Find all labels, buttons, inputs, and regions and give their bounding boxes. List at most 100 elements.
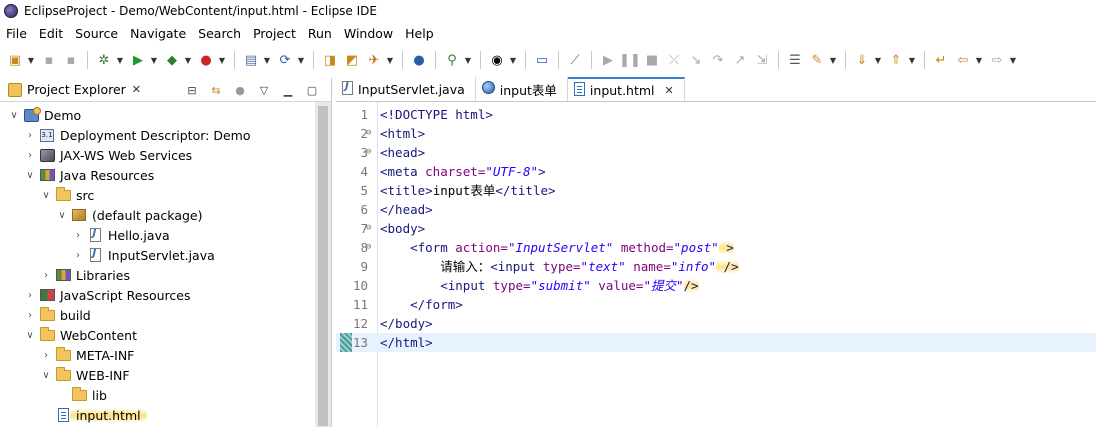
editor-tab[interactable]: input表单 bbox=[476, 77, 568, 101]
suspend-icon[interactable]: ❚❚ bbox=[619, 50, 641, 70]
fold-toggle-icon[interactable]: ⊖ bbox=[366, 219, 376, 238]
tree-item[interactable]: › JavaScript Resources bbox=[0, 285, 331, 305]
chevron-right-icon[interactable]: › bbox=[40, 350, 52, 361]
run-dropdown-icon[interactable]: ▼ bbox=[149, 50, 159, 70]
step-return-icon[interactable]: ↗ bbox=[730, 50, 750, 70]
tree-item[interactable]: › Libraries bbox=[0, 265, 331, 285]
chevron-right-icon[interactable]: › bbox=[72, 250, 84, 261]
chevron-right-icon[interactable]: › bbox=[24, 130, 36, 141]
tree-item[interactable]: › Hello.java bbox=[0, 225, 331, 245]
open-type-icon[interactable]: ◨ bbox=[320, 50, 340, 70]
tree-item[interactable]: ∨ (default package) bbox=[0, 205, 331, 225]
fold-toggle-icon[interactable]: ⊖ bbox=[366, 238, 376, 257]
chevron-right-icon[interactable]: › bbox=[24, 290, 36, 301]
code-line[interactable]: 6 </head> bbox=[336, 200, 1096, 219]
step-over-icon[interactable]: ↷ bbox=[708, 50, 728, 70]
fold-toggle-icon[interactable]: ⊖ bbox=[366, 124, 376, 143]
chevron-down-icon[interactable]: ∨ bbox=[40, 190, 52, 201]
web-service-dropdown-icon[interactable]: ▼ bbox=[296, 50, 306, 70]
new-icon[interactable]: ▣ bbox=[5, 50, 25, 70]
code-line[interactable]: 13 </html> bbox=[336, 333, 1096, 352]
code-line[interactable]: 7 ⊖ <body> bbox=[336, 219, 1096, 238]
close-icon[interactable]: ✕ bbox=[132, 83, 141, 96]
code-line[interactable]: 4 <meta charset="UTF-8"> bbox=[336, 162, 1096, 181]
new-server-icon[interactable]: ▤ bbox=[241, 50, 261, 70]
next-annotation-dropdown-icon[interactable]: ▼ bbox=[873, 50, 883, 70]
scrollbar-thumb[interactable] bbox=[318, 106, 328, 426]
chevron-right-icon[interactable]: › bbox=[24, 310, 36, 321]
menu-search[interactable]: Search bbox=[192, 26, 247, 41]
menu-file[interactable]: File bbox=[0, 26, 33, 41]
debug-dropdown-icon[interactable]: ▼ bbox=[115, 50, 125, 70]
chevron-down-icon[interactable]: ∨ bbox=[24, 170, 36, 181]
filter-icon[interactable]: ● bbox=[231, 81, 249, 99]
search-dropdown-icon[interactable]: ▼ bbox=[463, 50, 473, 70]
tree-item[interactable]: › JAX-WS Web Services bbox=[0, 145, 331, 165]
tree-item[interactable]: › build bbox=[0, 305, 331, 325]
drop-to-frame-icon[interactable]: ⇲ bbox=[752, 50, 772, 70]
editor-tab[interactable]: InputServlet.java bbox=[336, 77, 476, 101]
minimize-icon[interactable]: ▁ bbox=[279, 81, 297, 99]
tree-item[interactable]: ∨ WebContent bbox=[0, 325, 331, 345]
tree-item[interactable]: ∨ Java Resources bbox=[0, 165, 331, 185]
back-icon[interactable]: ⇦ bbox=[953, 50, 973, 70]
chevron-down-icon[interactable]: ∨ bbox=[56, 210, 68, 221]
debug-icon[interactable]: ✲ bbox=[94, 50, 114, 70]
new-server-dropdown-icon[interactable]: ▼ bbox=[262, 50, 272, 70]
code-line[interactable]: 9 请输入：<input type="text" name="info" /> bbox=[336, 257, 1096, 276]
last-edit-location-icon[interactable]: ↵ bbox=[931, 50, 951, 70]
forward-dropdown-icon[interactable]: ▼ bbox=[1008, 50, 1018, 70]
toggle-mark-occurrences-icon[interactable]: ☰ bbox=[785, 50, 805, 70]
menu-edit[interactable]: Edit bbox=[33, 26, 69, 41]
chevron-down-icon[interactable]: ∨ bbox=[24, 330, 36, 341]
skip-breakpoints-icon[interactable]: ⟋ bbox=[565, 50, 585, 70]
step-into-icon[interactable]: ↘ bbox=[686, 50, 706, 70]
back-dropdown-icon[interactable]: ▼ bbox=[974, 50, 984, 70]
code-line[interactable]: 11 </form> bbox=[336, 295, 1096, 314]
code-line[interactable]: 5 <title>input表单</title> bbox=[336, 181, 1096, 200]
disconnect-icon[interactable]: ⤫ bbox=[664, 50, 684, 70]
project-explorer-tab[interactable]: Project Explorer ✕ bbox=[4, 78, 146, 101]
chevron-right-icon[interactable]: › bbox=[24, 150, 36, 161]
previous-annotation-icon[interactable]: ⇑ bbox=[886, 50, 906, 70]
menu-window[interactable]: Window bbox=[338, 26, 399, 41]
fold-toggle-icon[interactable]: ⊖ bbox=[366, 143, 376, 162]
code-line[interactable]: 12 </body> bbox=[336, 314, 1096, 333]
code-line[interactable]: 1 <!DOCTYPE html> bbox=[336, 105, 1096, 124]
code-line[interactable]: 2 ⊖ <html> bbox=[336, 124, 1096, 143]
profile-dropdown-icon[interactable]: ▼ bbox=[508, 50, 518, 70]
tree-item[interactable]: › 3.1 Deployment Descriptor: Demo bbox=[0, 125, 331, 145]
resume-icon[interactable]: ▶ bbox=[598, 50, 618, 70]
new-dropdown-icon[interactable]: ▼ bbox=[26, 50, 36, 70]
search-icon[interactable]: ⚲ bbox=[442, 50, 462, 70]
tree-item[interactable]: ∨ src bbox=[0, 185, 331, 205]
chevron-right-icon[interactable]: › bbox=[72, 230, 84, 241]
code-line[interactable]: 3 ⊖ <head> bbox=[336, 143, 1096, 162]
code-line[interactable]: 8 ⊖ <form action="InputServlet" method="p… bbox=[336, 238, 1096, 257]
launch-icon[interactable]: ✈ bbox=[364, 50, 384, 70]
external-tools-dropdown-icon[interactable]: ▼ bbox=[217, 50, 227, 70]
open-folder-icon[interactable]: ◩ bbox=[342, 50, 362, 70]
coverage-dropdown-icon[interactable]: ▼ bbox=[183, 50, 193, 70]
toggle-block-selection-icon[interactable]: ✎ bbox=[807, 50, 827, 70]
run-icon[interactable]: ▶ bbox=[128, 50, 148, 70]
maximize-icon[interactable]: ▢ bbox=[303, 81, 321, 99]
close-icon[interactable]: ✕ bbox=[665, 84, 674, 97]
tree-item[interactable]: › InputServlet.java bbox=[0, 245, 331, 265]
save-icon[interactable]: ▪ bbox=[39, 50, 59, 70]
link-with-editor-icon[interactable]: ⇆ bbox=[207, 81, 225, 99]
menu-help[interactable]: Help bbox=[399, 26, 440, 41]
coverage-icon[interactable]: ◆ bbox=[162, 50, 182, 70]
tree-item[interactable]: ∨ Demo bbox=[0, 105, 331, 125]
tree-item[interactable]: › META-INF bbox=[0, 345, 331, 365]
chevron-down-icon[interactable]: ∨ bbox=[8, 110, 20, 121]
annotation-dropdown-icon[interactable]: ▼ bbox=[828, 50, 838, 70]
tree-item[interactable]: input.html bbox=[0, 405, 331, 425]
explorer-scrollbar[interactable] bbox=[315, 102, 331, 427]
forward-icon[interactable]: ⇨ bbox=[987, 50, 1007, 70]
save-all-icon[interactable]: ▪ bbox=[61, 50, 81, 70]
menu-run[interactable]: Run bbox=[302, 26, 338, 41]
editor-tab[interactable]: input.html ✕ bbox=[567, 77, 685, 101]
chevron-right-icon[interactable]: › bbox=[40, 270, 52, 281]
menu-navigate[interactable]: Navigate bbox=[124, 26, 192, 41]
